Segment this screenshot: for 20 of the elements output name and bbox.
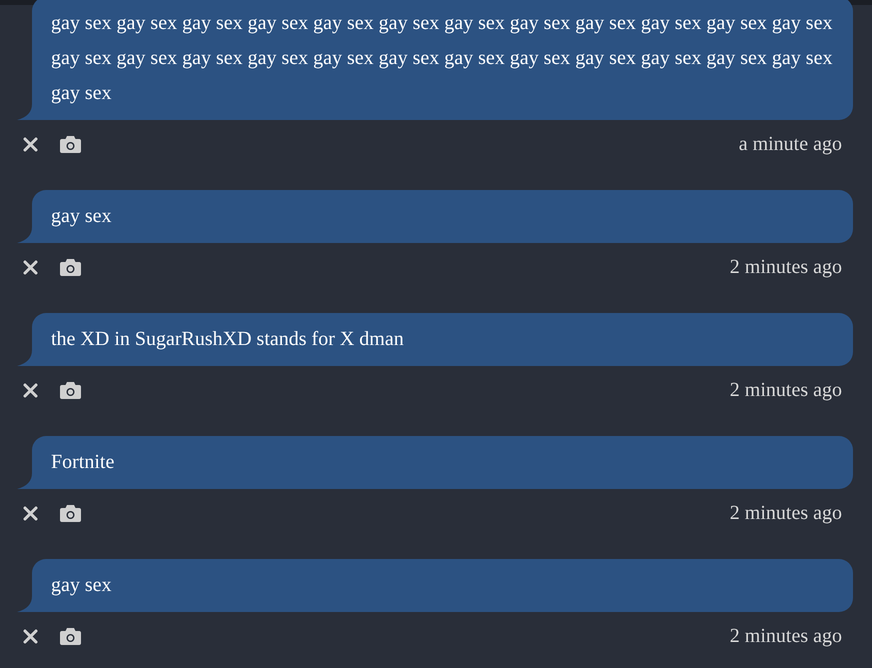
message-text: the XD in SugarRushXD stands for X dman xyxy=(32,313,853,366)
camera-icon[interactable] xyxy=(60,628,81,644)
message-text: gay sex xyxy=(32,190,853,243)
message-text: gay sex gay sex gay sex gay sex gay sex gay sex gay sex gay sex gay sex gay sex gay sex gay sex gay sex gay sex gay sex gay sex gay sex gay sex gay sex gay sex gay sex gay sex gay sex gay sex gay sex xyxy=(32,0,853,120)
camera-icon[interactable] xyxy=(60,382,81,398)
close-icon[interactable] xyxy=(23,382,38,398)
timestamp: 2 minutes ago xyxy=(730,501,842,526)
timestamp: a minute ago xyxy=(738,132,842,157)
close-icon[interactable] xyxy=(23,628,38,644)
timestamp: 2 minutes ago xyxy=(730,378,842,403)
close-icon[interactable] xyxy=(23,260,38,274)
camera-icon[interactable] xyxy=(60,136,81,152)
timestamp: 2 minutes ago xyxy=(730,255,842,280)
close-icon[interactable] xyxy=(23,506,38,520)
camera-icon[interactable] xyxy=(60,258,81,276)
camera-icon[interactable] xyxy=(60,504,81,522)
message-text: gay sex xyxy=(32,559,853,612)
message-text: Fortnite xyxy=(32,436,853,489)
close-icon[interactable] xyxy=(23,136,38,152)
timestamp: 2 minutes ago xyxy=(730,624,842,649)
